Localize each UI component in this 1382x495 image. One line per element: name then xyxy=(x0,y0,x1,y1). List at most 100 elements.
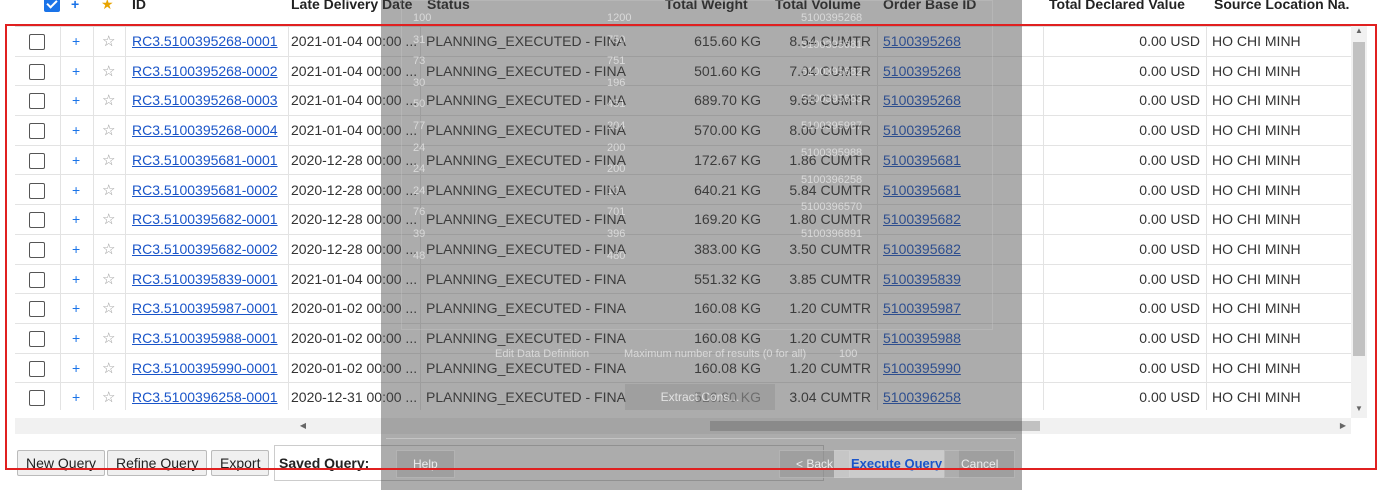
column-header-id[interactable]: ID xyxy=(132,0,146,14)
ghost-value: 31 xyxy=(413,33,426,46)
ghost-value: 200 xyxy=(607,141,626,154)
ghost-value: 1200 xyxy=(607,12,632,24)
row-checkbox[interactable] xyxy=(29,241,45,258)
favorite-star-icon[interactable]: ☆ xyxy=(102,294,122,323)
row-checkbox[interactable] xyxy=(29,123,45,140)
expand-row-icon[interactable]: + xyxy=(72,235,88,264)
ghost-value: 451 xyxy=(607,98,626,111)
row-id-link[interactable]: RC3.5100395987-0001 xyxy=(132,294,282,323)
edit-data-definition-button[interactable]: Edit Data Definition xyxy=(495,348,589,360)
row-total-declared-value: 0.00 USD xyxy=(1139,300,1200,317)
expand-row-icon[interactable]: + xyxy=(72,294,88,323)
row-source-location: HO CHI MINH xyxy=(1212,300,1301,317)
expand-all-icon[interactable]: + xyxy=(71,0,79,14)
row-total-declared-value: 0.00 USD xyxy=(1139,33,1200,49)
expand-row-icon[interactable]: + xyxy=(72,146,88,175)
row-source-location: HO CHI MINH xyxy=(1212,211,1301,228)
row-checkbox[interactable] xyxy=(29,93,45,110)
row-checkbox[interactable] xyxy=(29,360,45,377)
vertical-scroll-thumb[interactable] xyxy=(1353,42,1365,356)
row-id-link[interactable]: RC3.5100395682-0002 xyxy=(132,235,282,264)
expand-row-icon[interactable]: + xyxy=(72,383,88,410)
vertical-scrollbar[interactable]: ▲ ▼ xyxy=(1351,26,1367,418)
row-id-link[interactable]: RC3.5100395839-0001 xyxy=(132,265,282,294)
row-id-link[interactable]: RC3.5100395681-0002 xyxy=(132,176,282,205)
row-id-link[interactable]: RC3.5100396258-0001 xyxy=(132,383,282,410)
extract-button[interactable]: Extract Cons... xyxy=(625,384,775,410)
scroll-up-icon[interactable]: ▲ xyxy=(1351,26,1367,40)
execute-query-label: Execute Query xyxy=(851,456,943,471)
row-id-link[interactable]: RC3.5100395268-0001 xyxy=(132,27,282,56)
favorite-star-icon[interactable]: ☆ xyxy=(102,205,122,234)
row-id-link[interactable]: RC3.5100395268-0004 xyxy=(132,116,282,145)
row-total-declared-value: 0.00 USD xyxy=(1139,122,1200,139)
ghost-value: 39 xyxy=(413,228,426,240)
expand-row-icon[interactable]: + xyxy=(72,116,88,145)
scroll-down-icon[interactable]: ▼ xyxy=(1351,404,1367,418)
expand-row-icon[interactable]: + xyxy=(72,57,88,86)
row-id-link[interactable]: RC3.5100395681-0001 xyxy=(132,146,282,175)
favorite-star-icon[interactable]: ☆ xyxy=(102,324,122,353)
ghost-value: 200 xyxy=(607,163,626,176)
scroll-right-icon[interactable]: ▶ xyxy=(1335,418,1351,434)
column-header-total-declared-value[interactable]: Total Declared Value xyxy=(1049,0,1185,14)
expand-row-icon[interactable]: + xyxy=(72,324,88,353)
expand-row-icon[interactable]: + xyxy=(72,176,88,205)
help-button[interactable]: Help xyxy=(396,450,455,478)
cancel-button[interactable]: Cancel xyxy=(944,450,1016,478)
ghost-order-id: 5100396570 xyxy=(801,201,863,213)
favorite-star-icon[interactable]: ☆ xyxy=(102,57,122,86)
row-total-declared-value: 0.00 USD xyxy=(1139,211,1200,228)
row-id-link[interactable]: RC3.5100395682-0001 xyxy=(132,205,282,234)
ghost-value: 30 xyxy=(413,76,426,89)
favorite-star-icon[interactable]: ☆ xyxy=(102,176,122,205)
expand-row-icon[interactable]: + xyxy=(72,27,88,56)
new-query-button[interactable]: New Query xyxy=(17,450,106,476)
export-button[interactable]: Export xyxy=(211,450,270,476)
row-checkbox[interactable] xyxy=(29,63,45,80)
ghost-value: 77 xyxy=(413,120,426,132)
row-checkbox[interactable] xyxy=(29,152,45,169)
favorite-star-icon[interactable]: ☆ xyxy=(102,354,122,383)
expand-row-icon[interactable]: + xyxy=(72,205,88,234)
ghost-order-id: 5100395682 xyxy=(801,66,863,78)
dialog-overlay: 100 31 73 30 50 77 24 24 24 76 39 48 1200 750 751 196 45… xyxy=(381,0,1022,490)
row-checkbox[interactable] xyxy=(29,212,45,229)
row-checkbox[interactable] xyxy=(29,182,45,199)
row-id-link[interactable]: RC3.5100395988-0001 xyxy=(132,324,282,353)
favorite-star-icon[interactable]: ☆ xyxy=(102,383,122,410)
row-checkbox[interactable] xyxy=(29,301,45,318)
favorite-star-icon[interactable]: ☆ xyxy=(102,27,122,56)
row-checkbox[interactable] xyxy=(29,271,45,288)
row-id-link[interactable]: RC3.5100395268-0002 xyxy=(132,57,282,86)
ghost-order-id: 5100396891 xyxy=(801,228,863,240)
saved-query-label: Saved Query: xyxy=(279,455,370,471)
row-checkbox[interactable] xyxy=(29,390,45,407)
favorite-star-icon[interactable]: ☆ xyxy=(102,116,122,145)
dialog-divider xyxy=(386,438,1016,439)
row-checkbox[interactable] xyxy=(29,331,45,347)
max-results-input[interactable]: 100 xyxy=(839,348,857,360)
favorite-star-icon[interactable]: ☆ xyxy=(102,86,122,115)
ghost-value: 73 xyxy=(413,55,426,68)
ghost-value: 100 xyxy=(413,12,432,24)
row-source-location: HO CHI MINH xyxy=(1212,359,1301,376)
ghost-order-id: 5100395268 xyxy=(801,12,863,24)
favorite-star-icon[interactable]: ☆ xyxy=(102,265,122,294)
select-all-checkbox[interactable] xyxy=(44,0,60,12)
scroll-left-icon[interactable]: ◀ xyxy=(295,418,311,434)
expand-row-icon[interactable]: + xyxy=(72,265,88,294)
favorite-star-icon[interactable]: ☆ xyxy=(102,146,122,175)
favorite-star-icon[interactable]: ☆ xyxy=(102,235,122,264)
refine-query-button[interactable]: Refine Query xyxy=(107,450,208,476)
ghost-value: 480 xyxy=(607,249,626,262)
execute-query-button[interactable]: Execute Query xyxy=(834,450,960,478)
expand-row-icon[interactable]: + xyxy=(72,86,88,115)
row-checkbox[interactable] xyxy=(29,34,45,50)
star-header-icon[interactable]: ★ xyxy=(101,0,114,14)
ghost-value: 751 xyxy=(607,55,626,68)
row-id-link[interactable]: RC3.5100395268-0003 xyxy=(132,86,282,115)
row-id-link[interactable]: RC3.5100395990-0001 xyxy=(132,354,282,383)
expand-row-icon[interactable]: + xyxy=(72,354,88,383)
column-header-source-location[interactable]: Source Location Na. xyxy=(1214,0,1349,14)
